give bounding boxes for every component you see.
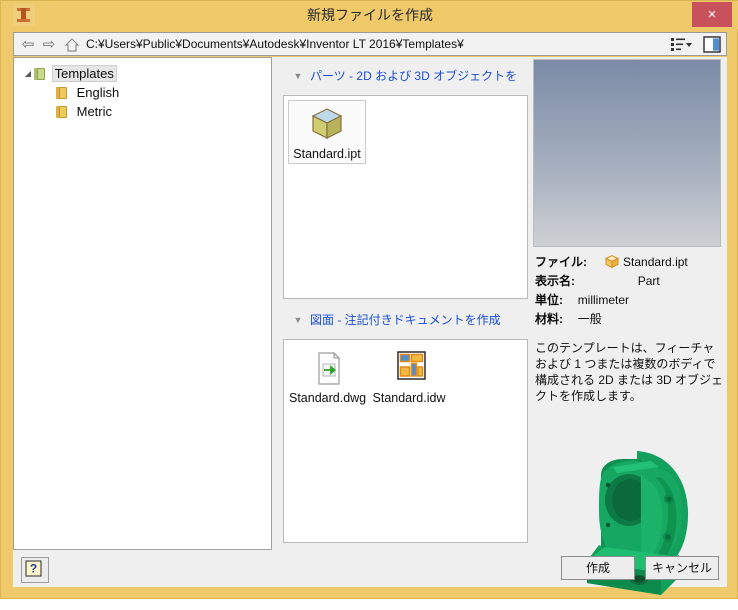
dialog-footer: ? 作成 キャンセル xyxy=(13,550,727,587)
folder-open-icon xyxy=(32,67,48,81)
parts-file-grid[interactable]: Standard.ipt xyxy=(283,95,528,299)
idw-grid-icon xyxy=(371,348,447,388)
preview-pane-icon[interactable] xyxy=(703,36,721,53)
view-list-icon[interactable] xyxy=(670,36,694,53)
tree-item-metric[interactable]: Metric xyxy=(14,102,271,121)
window-title: 新規ファイルを作成 xyxy=(307,7,433,23)
tree-item-english[interactable]: English xyxy=(14,83,271,102)
help-button[interactable]: ? xyxy=(21,557,49,583)
folder-tree-panel[interactable]: ◢ Templates English Metric xyxy=(13,57,272,550)
displayname-value: Part xyxy=(637,274,660,288)
preview-info-panel: ファイル: Standard.ipt 表示名: Part 単位: millime… xyxy=(533,57,727,595)
create-button[interactable]: 作成 xyxy=(561,556,635,580)
cube-icon-small xyxy=(604,254,620,272)
back-icon[interactable]: ⇦ xyxy=(19,37,37,53)
template-description: このテンプレートは、フィーチャおよび 1 つまたは複数のボディで構成される 2D… xyxy=(535,341,724,403)
displayname-label: 表示名: xyxy=(535,274,575,288)
cube-icon xyxy=(289,104,365,144)
titlebar: 新規ファイルを作成 × xyxy=(1,1,738,29)
file-name: Standard.ipt xyxy=(293,147,361,161)
file-tile-standard-idw[interactable]: Standard.idw xyxy=(370,344,448,408)
template-list-panel: ▼ パーツ - 2D および 3D オブジェクトを作成 Standard.ipt xyxy=(279,57,528,550)
file-info-row: ファイル: Standard.ipt xyxy=(535,253,688,272)
dialog-body: ◢ Templates English Metric ▼ パーツ - 2D およ… xyxy=(13,57,727,595)
file-name: Standard.dwg xyxy=(289,391,367,405)
folder-icon xyxy=(54,86,70,100)
section-header-parts[interactable]: ▼ パーツ - 2D および 3D オブジェクトを作成 xyxy=(279,63,528,109)
template-thumbnail xyxy=(533,59,721,247)
file-tile-standard-dwg[interactable]: Standard.dwg xyxy=(288,344,366,408)
tree-item-templates[interactable]: ◢ Templates xyxy=(14,64,271,83)
tree-item-label: English xyxy=(76,85,120,100)
new-file-dialog: 新規ファイルを作成 × ⇦ ⇨ C:¥Users¥Public¥Document… xyxy=(0,0,738,599)
forward-icon[interactable]: ⇨ xyxy=(40,37,58,53)
svg-text:?: ? xyxy=(30,562,37,576)
section-title: 図面 - 注記付きドキュメントを作成 xyxy=(310,313,501,327)
material-label: 材料: xyxy=(535,312,563,326)
file-tile-standard-ipt[interactable]: Standard.ipt xyxy=(288,100,366,164)
section-header-drawings[interactable]: ▼ 図面 - 注記付きドキュメントを作成 xyxy=(279,307,528,333)
units-label: 単位: xyxy=(535,293,563,307)
cancel-button[interactable]: キャンセル xyxy=(645,556,719,580)
units-value: millimeter xyxy=(577,293,630,307)
chevron-down-icon[interactable]: ▼ xyxy=(291,307,305,333)
file-value: Standard.ipt xyxy=(623,255,688,269)
dwg-page-icon xyxy=(289,348,365,388)
file-label: ファイル: xyxy=(535,255,587,269)
material-row: 材料: 一般 xyxy=(535,310,602,327)
chevron-down-icon[interactable]: ▼ xyxy=(291,63,305,89)
displayname-row: 表示名: Part xyxy=(535,272,660,289)
file-name: Standard.idw xyxy=(372,391,446,405)
address-bar: ⇦ ⇨ C:¥Users¥Public¥Documents¥Autodesk¥I… xyxy=(13,32,727,56)
home-icon[interactable] xyxy=(64,37,80,53)
material-value: 一般 xyxy=(577,312,602,326)
path-text[interactable]: C:¥Users¥Public¥Documents¥Autodesk¥Inven… xyxy=(86,33,464,55)
tree-item-label: Metric xyxy=(76,104,113,119)
folder-icon xyxy=(54,105,70,119)
units-row: 単位: millimeter xyxy=(535,291,629,308)
tree-item-label: Templates xyxy=(51,65,117,82)
close-icon[interactable]: × xyxy=(692,2,732,27)
drawings-file-grid[interactable]: Standard.dwg Standard.idw xyxy=(283,339,528,543)
